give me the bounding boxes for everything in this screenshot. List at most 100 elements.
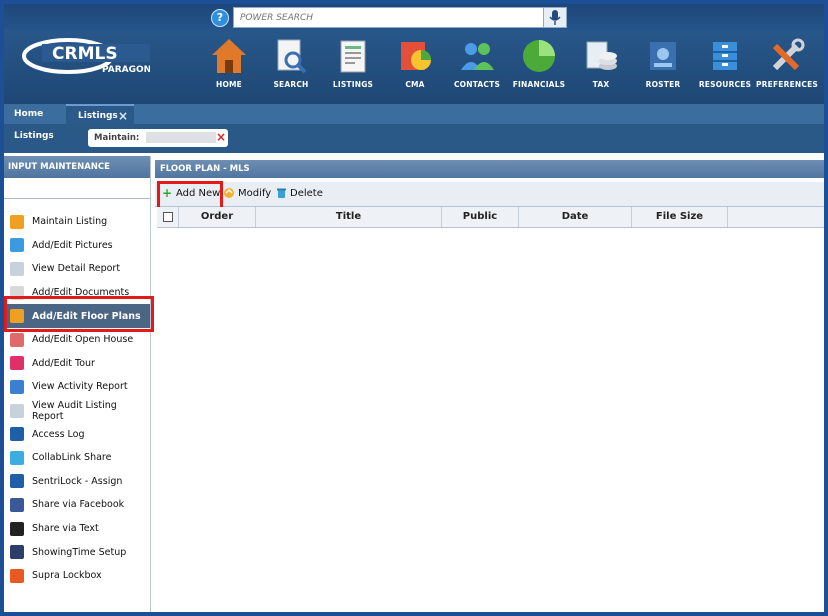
panel-divider	[4, 198, 150, 199]
sub-tab-bar: Listings Maintain: ×	[4, 124, 824, 153]
menu-item-add-edit-tour[interactable]: Add/Edit Tour	[4, 352, 150, 376]
menu-item-label: Supra Lockbox	[32, 570, 102, 582]
app-window: CRMLS PARAGON ? HOME SEARCH LISTINGS CMA CON…	[0, 0, 828, 616]
power-search-input[interactable]	[234, 8, 546, 27]
app-header: CRMLS PARAGON ? HOME SEARCH LISTINGS CMA CON…	[4, 4, 824, 104]
select-all-checkbox[interactable]	[163, 212, 173, 222]
tab-bar: Home Listings ×	[4, 104, 824, 124]
nav-preferences[interactable]: PREFERENCES	[756, 36, 818, 96]
svg-text:CRMLS: CRMLS	[52, 44, 118, 64]
contacts-icon	[457, 36, 497, 76]
delete-button[interactable]: Delete	[275, 187, 323, 199]
maintenance-menu: Maintain Listing Add/Edit Pictures View De…	[4, 210, 150, 588]
crmls-paragon-logo[interactable]: CRMLS PARAGON	[22, 36, 150, 76]
nav-resources[interactable]: RESOURCES	[694, 36, 756, 96]
microphone-icon[interactable]	[543, 8, 566, 27]
modify-button[interactable]: Modify	[223, 187, 271, 199]
showingtime-icon	[10, 545, 24, 560]
menu-item-label: Access Log	[32, 428, 85, 440]
nav-listings[interactable]: LISTINGS	[322, 36, 384, 96]
menu-item-label: Add/Edit Open House	[32, 334, 134, 346]
floor-plan-grid-header: Order Title Public Date File Size	[157, 207, 824, 228]
menu-item-label: Maintain Listing	[32, 216, 108, 228]
modify-icon	[223, 187, 235, 199]
svg-text:PARAGON: PARAGON	[102, 65, 150, 75]
power-search-box[interactable]	[233, 7, 567, 28]
phone-icon	[10, 521, 24, 536]
menu-item-collablink-share[interactable]: CollabLink Share	[4, 446, 150, 470]
nav-label: CONTACTS	[453, 80, 501, 89]
nav-label: CMA	[405, 80, 425, 89]
open-house-icon	[10, 332, 24, 347]
close-maintain-icon[interactable]: ×	[215, 131, 227, 143]
report-icon	[10, 261, 24, 276]
nav-label: TAX	[592, 80, 610, 89]
tour-icon	[10, 356, 24, 371]
pictures-icon	[10, 238, 24, 253]
trash-icon	[275, 187, 287, 199]
nav-financials[interactable]: FINANCIALS	[508, 36, 570, 96]
nav-contacts[interactable]: CONTACTS	[446, 36, 508, 96]
collablink-icon	[10, 450, 24, 465]
column-file-size[interactable]: File Size	[632, 207, 728, 227]
menu-item-label: Share via Text	[32, 523, 99, 535]
menu-item-view-activity-report[interactable]: View Activity Report	[4, 375, 150, 399]
nav-tax[interactable]: TAX	[570, 36, 632, 96]
menu-item-supra-lockbox[interactable]: Supra Lockbox	[4, 564, 150, 588]
help-icon[interactable]: ?	[211, 9, 229, 27]
tab-home-label: Home	[14, 109, 44, 119]
floor-plan-title: FLOOR PLAN - MLS	[155, 160, 824, 178]
menu-item-add-edit-pictures[interactable]: Add/Edit Pictures	[4, 234, 150, 258]
floor-plan-panel: FLOOR PLAN - MLS + Add New Modify Delete	[155, 156, 824, 612]
nav-search[interactable]: SEARCH	[260, 36, 322, 96]
nav-roster[interactable]: ROSTER	[632, 36, 694, 96]
listings-subtab[interactable]: Listings	[14, 131, 54, 141]
menu-item-showingtime-setup[interactable]: ShowingTime Setup	[4, 540, 150, 564]
select-all-cell	[157, 207, 179, 227]
facebook-icon	[10, 497, 24, 512]
activity-report-icon	[10, 379, 24, 394]
maintain-label: Maintain:	[94, 133, 140, 143]
menu-item-label: Add/Edit Tour	[32, 357, 95, 369]
delete-label: Delete	[290, 187, 323, 199]
nav-label: RESOURCES	[698, 80, 752, 89]
tab-listings[interactable]: Listings ×	[66, 104, 134, 124]
close-tab-icon[interactable]: ×	[118, 106, 128, 126]
maintain-listing-id-redacted	[146, 132, 216, 143]
menu-item-label: View Detail Report	[32, 263, 121, 275]
menu-item-maintain-listing[interactable]: Maintain Listing	[4, 210, 150, 234]
column-title[interactable]: Title	[256, 207, 442, 227]
nav-label: LISTINGS	[332, 80, 374, 89]
sentrilock-icon	[10, 474, 24, 489]
column-order[interactable]: Order	[179, 207, 256, 227]
menu-item-share-via-text[interactable]: Share via Text	[4, 517, 150, 541]
menu-item-label: ShowingTime Setup	[32, 546, 127, 558]
cma-icon	[395, 36, 435, 76]
nav-label: SEARCH	[273, 80, 309, 89]
menu-item-access-log[interactable]: Access Log	[4, 422, 150, 446]
menu-item-view-detail-report[interactable]: View Detail Report	[4, 257, 150, 281]
menu-item-sentrilock-assign[interactable]: SentriLock - Assign	[4, 470, 150, 494]
menu-item-label: View Audit Listing Report	[32, 399, 117, 422]
tab-home[interactable]: Home	[14, 104, 43, 124]
search-icon	[271, 36, 311, 76]
floor-plan-toolbar: + Add New Modify Delete	[155, 182, 824, 207]
nav-label: PREFERENCES	[755, 80, 819, 89]
menu-item-label: CollabLink Share	[32, 452, 112, 464]
column-date[interactable]: Date	[519, 207, 632, 227]
menu-item-view-audit-listing-report[interactable]: View Audit Listing Report	[4, 399, 150, 423]
nav-home[interactable]: HOME	[198, 36, 260, 96]
menu-item-share-via-facebook[interactable]: Share via Facebook	[4, 493, 150, 517]
tax-icon	[581, 36, 621, 76]
nav-label: ROSTER	[645, 80, 681, 89]
highlight-box-floor-plans	[4, 296, 154, 332]
input-maintenance-panel: INPUT MAINTENANCE Maintain Listing Add/Ed…	[4, 156, 154, 612]
column-public[interactable]: Public	[442, 207, 519, 227]
input-maintenance-title: INPUT MAINTENANCE	[4, 156, 150, 178]
modify-label: Modify	[238, 187, 272, 199]
maintain-tab[interactable]: Maintain: ×	[88, 129, 228, 147]
nav-cma[interactable]: CMA	[384, 36, 446, 96]
listings-icon	[333, 36, 373, 76]
resources-icon	[705, 36, 745, 76]
audit-report-icon	[10, 403, 24, 418]
